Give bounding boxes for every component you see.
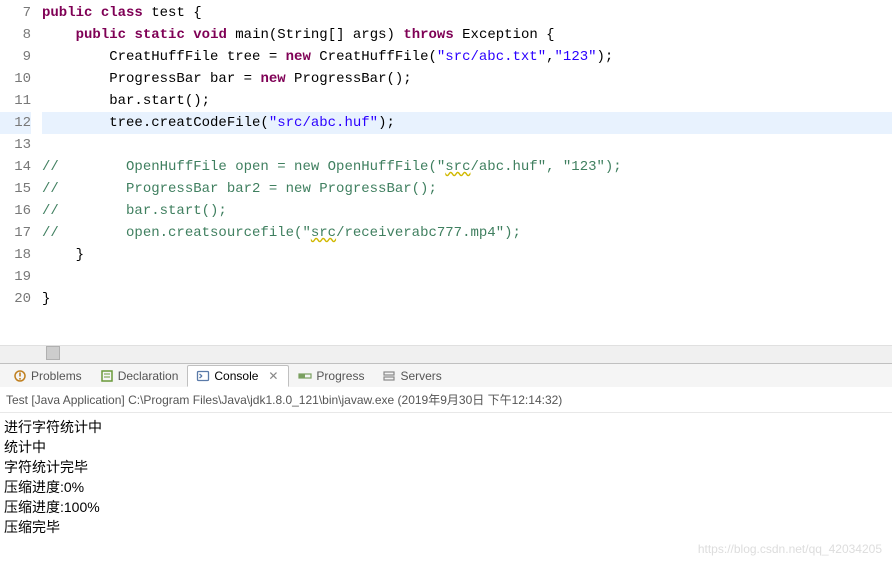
code-line[interactable]: // open.creatsourcefile("src/receiverabc… xyxy=(42,222,892,244)
console-run-info: Test [Java Application] C:\Program Files… xyxy=(0,387,892,413)
line-number: 17 xyxy=(0,222,31,244)
line-number: 20 xyxy=(0,288,31,310)
console-line: 压缩进度:0% xyxy=(4,477,892,497)
tab-console[interactable]: Console ✕ xyxy=(187,365,289,387)
line-number: 16 xyxy=(0,200,31,222)
console-icon xyxy=(196,369,210,383)
console-line: 进行字符统计中 xyxy=(4,417,892,437)
line-number: 15 xyxy=(0,178,31,200)
line-number: 13 xyxy=(0,134,31,156)
tab-problems[interactable]: Problems xyxy=(4,365,91,387)
tab-label: Servers xyxy=(400,369,441,383)
code-line[interactable]: } xyxy=(42,288,892,310)
code-line[interactable]: // ProgressBar bar2 = new ProgressBar(); xyxy=(42,178,892,200)
code-line[interactable]: // bar.start(); xyxy=(42,200,892,222)
tab-progress[interactable]: Progress xyxy=(289,365,373,387)
progress-icon xyxy=(298,369,312,383)
scrollbar-thumb[interactable] xyxy=(46,346,60,360)
code-line[interactable]: public static void main(String[] args) t… xyxy=(42,24,892,46)
line-number: 12 xyxy=(0,112,31,134)
code-line[interactable] xyxy=(42,266,892,288)
watermark: https://blog.csdn.net/qq_42034205 xyxy=(698,542,882,556)
code-line[interactable]: tree.creatCodeFile("src/abc.huf"); xyxy=(42,112,892,134)
servers-icon xyxy=(382,369,396,383)
tab-label: Declaration xyxy=(118,369,179,383)
horizontal-scrollbar[interactable] xyxy=(0,345,892,363)
line-number: 11 xyxy=(0,90,31,112)
code-line[interactable]: public class test { xyxy=(42,2,892,24)
code-line[interactable] xyxy=(42,134,892,156)
code-line[interactable]: // OpenHuffFile open = new OpenHuffFile(… xyxy=(42,156,892,178)
code-line[interactable]: bar.start(); xyxy=(42,90,892,112)
close-icon[interactable]: ✕ xyxy=(266,369,280,383)
tab-label: Progress xyxy=(316,369,364,383)
code-editor[interactable]: 7891011121314151617181920 public class t… xyxy=(0,0,892,345)
console-output[interactable]: 进行字符统计中统计中字符统计完毕压缩进度:0%压缩进度:100%压缩完毕 xyxy=(0,413,892,541)
declaration-icon xyxy=(100,369,114,383)
line-number: 8 xyxy=(0,24,31,46)
line-number: 10 xyxy=(0,68,31,90)
code-line[interactable]: } xyxy=(42,244,892,266)
line-number: 19 xyxy=(0,266,31,288)
tab-label: Problems xyxy=(31,369,82,383)
console-line: 统计中 xyxy=(4,437,892,457)
line-number: 14 xyxy=(0,156,31,178)
problems-icon xyxy=(13,369,27,383)
console-line: 压缩进度:100% xyxy=(4,497,892,517)
tab-declaration[interactable]: Declaration xyxy=(91,365,188,387)
code-area[interactable]: public class test { public static void m… xyxy=(0,0,892,310)
line-number-gutter: 7891011121314151617181920 xyxy=(0,0,40,310)
tab-servers[interactable]: Servers xyxy=(373,365,450,387)
line-number: 9 xyxy=(0,46,31,68)
tab-label: Console xyxy=(214,369,258,383)
line-number: 18 xyxy=(0,244,31,266)
console-line: 字符统计完毕 xyxy=(4,457,892,477)
console-line: 压缩完毕 xyxy=(4,517,892,537)
code-line[interactable]: CreatHuffFile tree = new CreatHuffFile("… xyxy=(42,46,892,68)
line-number: 7 xyxy=(0,2,31,24)
code-line[interactable]: ProgressBar bar = new ProgressBar(); xyxy=(42,68,892,90)
views-tab-bar: Problems Declaration Console ✕ Progress … xyxy=(0,363,892,387)
